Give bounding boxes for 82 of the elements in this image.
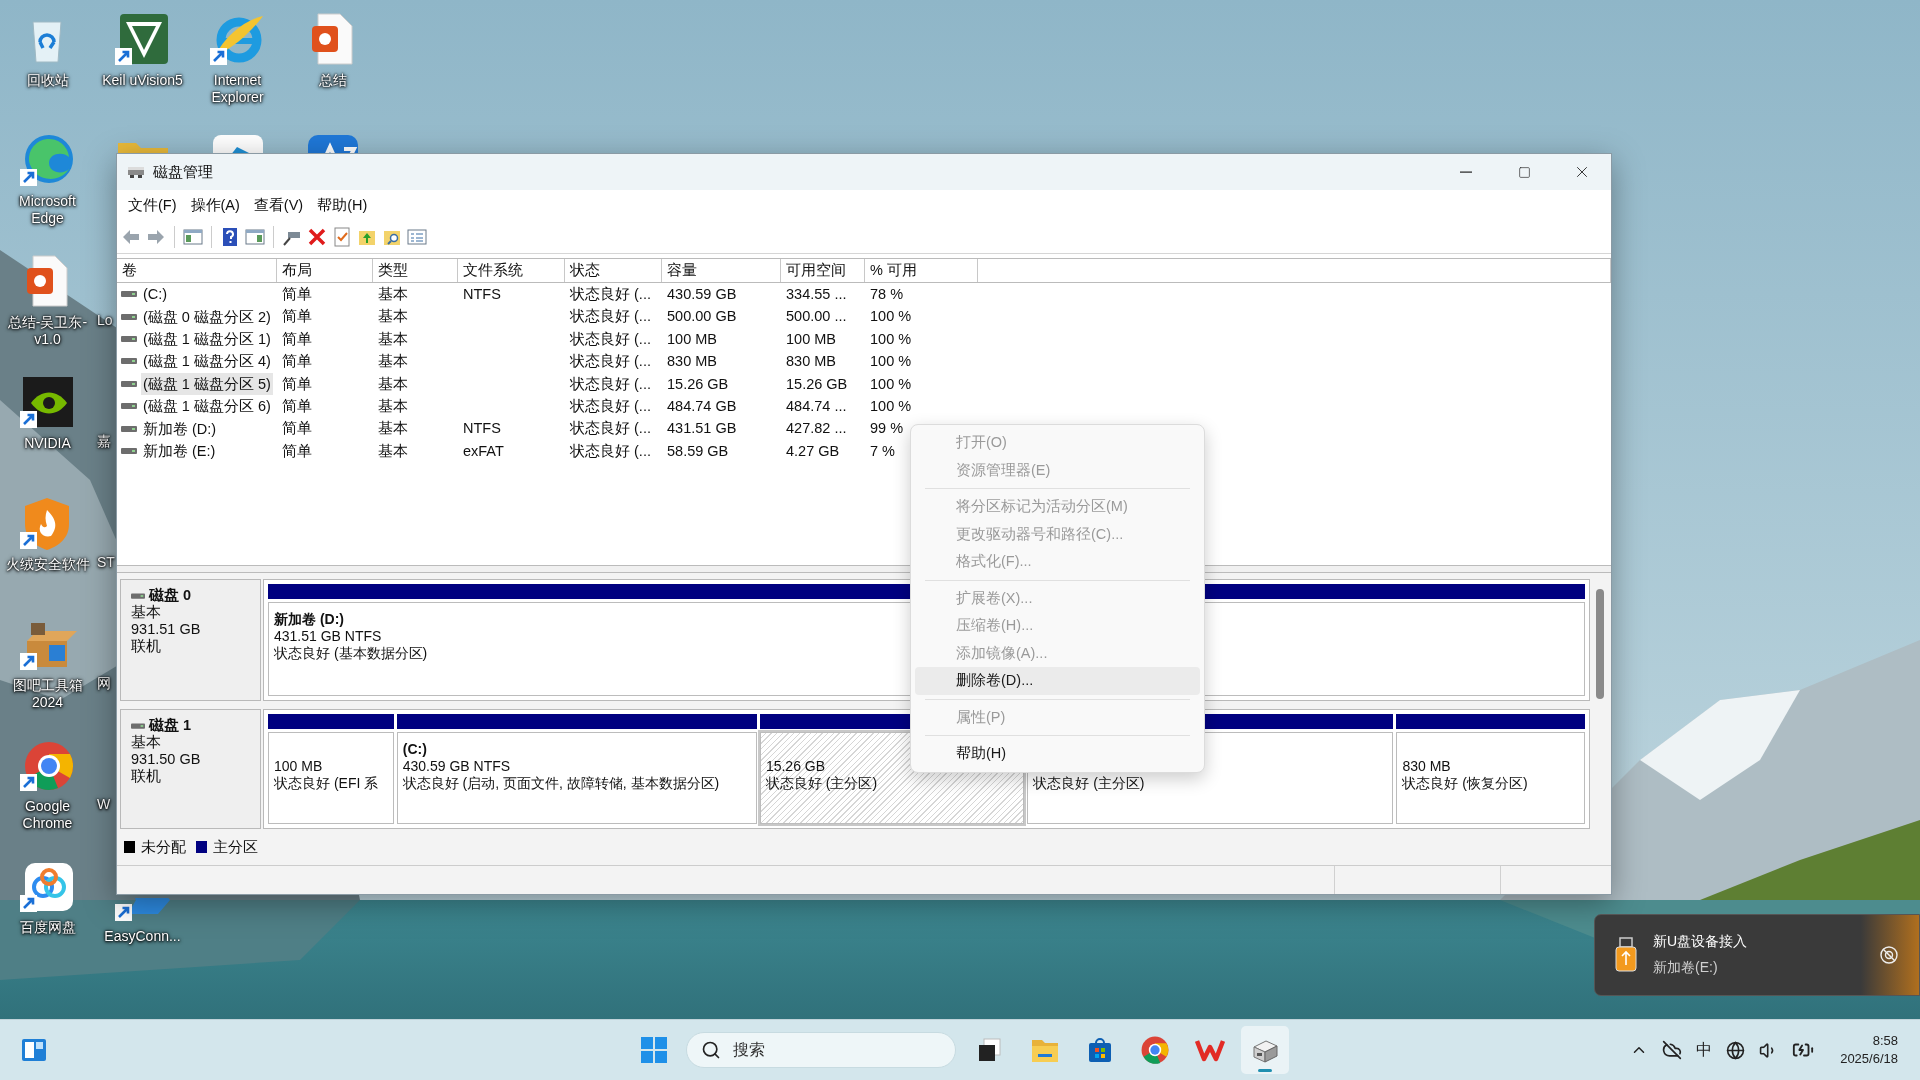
- partition-status: 状态良好 (基本数据分区): [274, 645, 428, 661]
- table-cell: NTFS: [463, 286, 501, 302]
- table-cell: 简单: [282, 308, 312, 325]
- partition-status: 状态良好 (启动, 页面文件, 故障转储, 基本数据分区): [402, 775, 720, 791]
- table-cell: 100 MB: [667, 330, 717, 347]
- disk-status: 联机: [131, 638, 162, 655]
- table-cell: 简单: [282, 330, 312, 347]
- disk-size: 931.50 GB: [131, 751, 202, 768]
- partition-size: 430.59 GB NTFS: [402, 758, 511, 774]
- table-cell: 基本: [378, 375, 408, 392]
- legend-label: 未分配: [141, 837, 186, 857]
- desktop-icon-label: W: [96, 796, 111, 813]
- table-cell: 15.26 GB: [786, 375, 848, 392]
- table-cell: 状态良好 (...: [570, 308, 651, 325]
- table-cell: 简单: [282, 286, 312, 302]
- table-cell: 100 %: [870, 375, 912, 392]
- table-cell: exFAT: [463, 442, 504, 459]
- desktop-icon-label: Lo: [96, 312, 113, 329]
- table-cell: 4.27 GB: [786, 442, 840, 459]
- table-cell: 基本: [378, 420, 408, 437]
- partition-status: 状态良好 (EFI 系: [274, 775, 379, 791]
- disk-size: 931.51 GB: [131, 621, 202, 638]
- table-cell: 状态良好 (...: [570, 397, 651, 414]
- table-cell: 58.59 GB: [667, 442, 729, 459]
- table-cell: 830 MB: [786, 353, 836, 370]
- table-cell: 简单: [282, 397, 312, 414]
- partition-status: 状态良好 (主分区): [1033, 775, 1145, 791]
- disk-name: 磁盘 0: [149, 587, 192, 604]
- table-cell: 100 %: [870, 330, 912, 347]
- table-cell: 状态良好 (...: [570, 330, 651, 347]
- table-cell: 500.00 ...: [786, 308, 847, 325]
- table-cell: 简单: [282, 353, 312, 370]
- table-cell: 简单: [282, 442, 312, 459]
- table-cell: 状态良好 (...: [570, 420, 651, 437]
- table-cell: 基本: [378, 330, 408, 347]
- table-cell: 430.59 GB: [667, 286, 737, 302]
- disk-type: 基本: [131, 604, 162, 621]
- partition-size: 15.26 GB: [765, 758, 826, 774]
- table-cell: 100 %: [870, 397, 912, 414]
- partition-size: 431.51 GB NTFS: [274, 628, 382, 644]
- table-cell: 基本: [378, 442, 408, 459]
- table-cell: 830 MB: [667, 353, 717, 370]
- partition-title: 新加卷 (D:): [274, 611, 344, 627]
- table-cell: 状态良好 (...: [570, 442, 651, 459]
- table-cell: 100 %: [870, 353, 912, 370]
- table-cell: 状态良好 (...: [570, 353, 651, 370]
- table-cell: 简单: [282, 375, 312, 392]
- table-cell: 100 %: [870, 308, 912, 325]
- partition-status: 状态良好 (恢复分区): [1402, 775, 1528, 791]
- partition-size: 100 MB: [274, 758, 323, 774]
- table-cell: 431.51 GB: [667, 420, 737, 437]
- notification-title: 新U盘设备接入: [1653, 933, 1749, 951]
- disk-type: 基本: [131, 734, 162, 751]
- legend-label: 主分区: [213, 837, 258, 857]
- table-cell: 15.26 GB: [667, 375, 729, 392]
- table-cell: 484.74 GB: [667, 397, 737, 414]
- disk-status: 联机: [131, 768, 162, 785]
- window-title: 磁盘管理: [153, 162, 214, 182]
- table-cell: 99 %: [870, 420, 904, 437]
- table-cell: 7 %: [870, 442, 895, 459]
- table-cell: 427.82 ...: [786, 420, 847, 437]
- desktop-icon-label: ST: [96, 554, 115, 571]
- desktop-icon-label: 嘉: [96, 433, 111, 450]
- table-cell: 基本: [378, 353, 408, 370]
- disk-name: 磁盘 1: [149, 717, 192, 734]
- partition-status: 状态良好 (主分区): [765, 775, 878, 791]
- table-cell: 基本: [378, 397, 408, 414]
- table-cell: 基本: [378, 286, 408, 302]
- table-cell: NTFS: [463, 420, 501, 437]
- partition-size: 830 MB: [1402, 758, 1451, 774]
- desktop-icon-label: 网: [96, 675, 111, 692]
- table-cell: 简单: [282, 420, 312, 437]
- table-cell: 484.74 ...: [786, 397, 847, 414]
- table-cell: 状态良好 (...: [570, 286, 651, 302]
- table-cell: 100 MB: [786, 330, 836, 347]
- notification-body: 新加卷(E:): [1653, 959, 1719, 977]
- table-cell: 500.00 GB: [667, 308, 737, 325]
- table-cell: 基本: [378, 308, 408, 325]
- partition-title: (C:): [402, 741, 427, 757]
- table-cell: 334.55 ...: [786, 286, 847, 302]
- table-cell: 78 %: [870, 286, 904, 302]
- table-cell: 状态良好 (...: [570, 375, 651, 392]
